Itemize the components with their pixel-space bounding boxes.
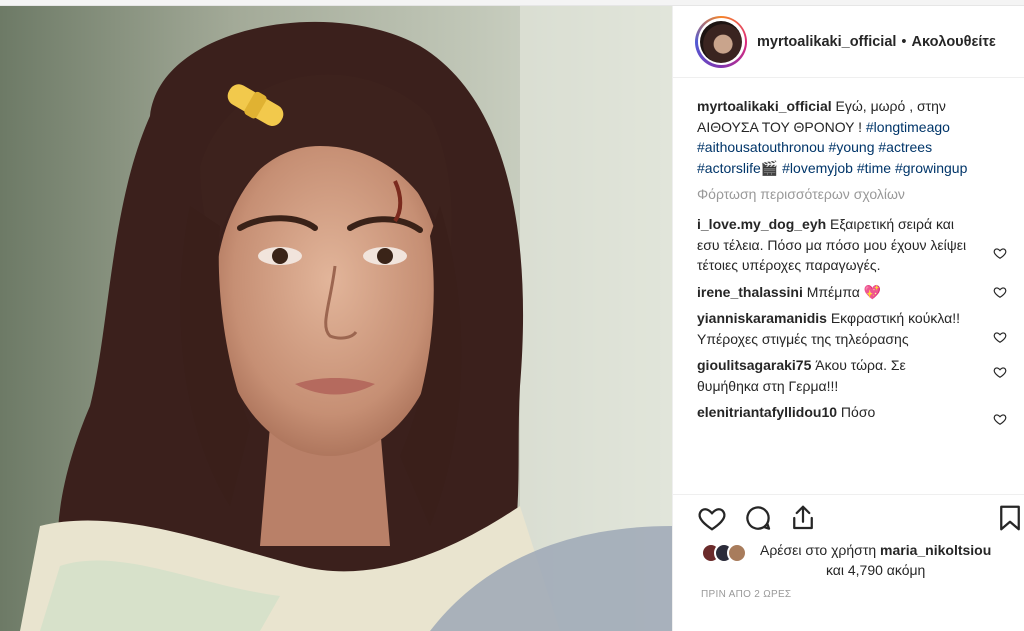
likes-summary: Αρέσει στο χρήστη maria_nikoltsiou και 4… (701, 540, 1021, 580)
post-timestamp[interactable]: ΠΡΙΝ ΑΠΟ 2 ΩΡΕΣ (701, 589, 791, 600)
comment-item: elenitriantafyllidou10 Πόσο (697, 402, 1007, 425)
liker-avatars[interactable] (701, 543, 747, 580)
post-photo[interactable] (0, 6, 672, 631)
comment-text: Πόσο (837, 404, 876, 420)
action-bar (673, 494, 1024, 542)
avatar (727, 543, 747, 563)
author-username-link[interactable]: myrtoalikaki_official (757, 34, 896, 50)
following-button[interactable]: Ακολουθείτε (912, 34, 996, 50)
hashtag-link[interactable]: #aithousatouthronou #young #actrees (697, 139, 932, 155)
comment-item: irene_thalassini Μπέμπα 💖 (697, 282, 1007, 303)
like-comment-heart-icon[interactable] (993, 285, 1007, 299)
bookmark-icon[interactable] (995, 503, 1024, 533)
caption: myrtoalikaki_official Εγώ, μωρό , στην Α… (697, 96, 999, 178)
comment-username-link[interactable]: irene_thalassini (697, 284, 803, 300)
comment-item: gioulitsagaraki75 Άκου τώρα. Σε θυμήθηκα… (697, 355, 1007, 396)
load-more-comments-button[interactable]: Φόρτωση περισσότερων σχολίων (697, 186, 999, 202)
share-icon[interactable] (788, 503, 818, 533)
like-comment-heart-icon[interactable] (993, 365, 1007, 379)
comment-username-link[interactable]: yianniskaramanidis (697, 310, 827, 326)
post-header: myrtoalikaki_official • Ακολουθείτε (673, 6, 1024, 78)
liker-username-link[interactable]: maria_nikoltsiou (880, 542, 991, 558)
like-comment-heart-icon[interactable] (993, 246, 1007, 260)
comment-item: i_love.my_dog_eyh Εξαιρετική σειρά και ε… (697, 214, 1007, 276)
hashtag-link[interactable]: #longtimeago (866, 119, 950, 135)
comment-text: Μπέμπα 💖 (802, 283, 882, 300)
comment-icon[interactable] (743, 503, 773, 533)
like-comment-heart-icon[interactable] (993, 412, 1007, 426)
story-ring[interactable] (695, 15, 747, 68)
comment-item: yianniskaramanidis Εκφραστική κούκλα!! Υ… (697, 308, 1007, 349)
hashtag-link[interactable]: #lovemyjob #time (778, 160, 891, 176)
post-side-panel: myrtoalikaki_official • Ακολουθείτε myrt… (672, 6, 1024, 631)
avatar[interactable] (700, 20, 742, 63)
likes-count-link[interactable]: και 4,790 ακόμη (826, 562, 925, 578)
hashtag-link[interactable]: #actorslife🎬 (697, 160, 778, 176)
caption-username-link[interactable]: myrtoalikaki_official (697, 98, 832, 114)
likes-prefix: Αρέσει στο χρήστη (760, 542, 881, 558)
heart-icon[interactable] (697, 503, 727, 533)
comment-username-link[interactable]: i_love.my_dog_eyh (697, 216, 826, 232)
like-comment-heart-icon[interactable] (993, 330, 1007, 344)
photo-illustration (0, 6, 672, 631)
comment-username-link[interactable]: elenitriantafyllidou10 (697, 404, 837, 420)
separator-dot: • (901, 33, 907, 50)
comment-username-link[interactable]: gioulitsagaraki75 (697, 357, 811, 373)
comments-list[interactable]: myrtoalikaki_official Εγώ, μωρό , στην Α… (673, 96, 1024, 494)
hashtag-link[interactable]: #growingup (895, 160, 967, 176)
